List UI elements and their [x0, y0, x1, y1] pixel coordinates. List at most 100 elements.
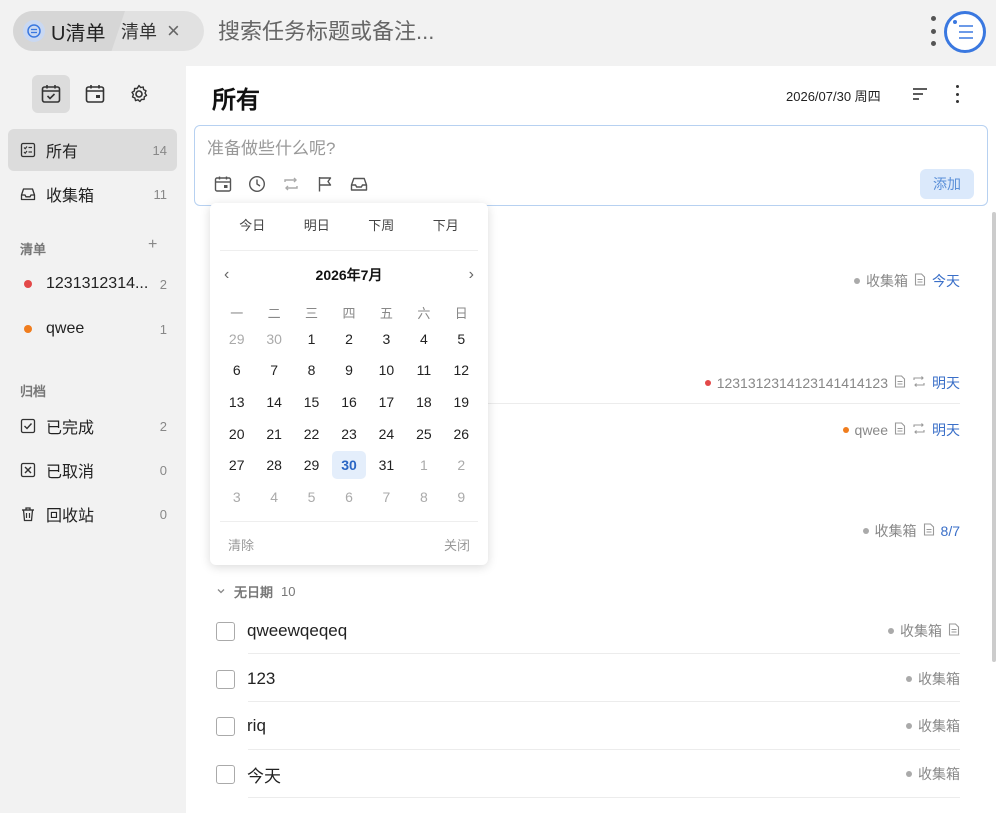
tab-app[interactable]: U清单	[13, 11, 125, 51]
sidebar-item-completed[interactable]: 已完成 2	[8, 405, 177, 447]
weekday-label: 四	[342, 306, 356, 321]
chevron-right-icon[interactable]: ›	[469, 266, 474, 284]
calendar-view-icon[interactable]	[76, 75, 114, 113]
calendar-day[interactable]: 19	[443, 386, 480, 418]
task-row[interactable]: qweewqeqeq 收集箱	[216, 607, 960, 655]
flag-icon[interactable]	[315, 174, 335, 194]
new-task-input[interactable]	[207, 136, 887, 162]
divider	[220, 250, 478, 251]
sidebar-item-inbox[interactable]: 收集箱 11	[8, 173, 177, 215]
close-picker-button[interactable]: 关闭	[444, 535, 470, 554]
calendar-day[interactable]: 29	[293, 449, 330, 481]
calendar-day[interactable]: 1	[293, 323, 330, 355]
calendar-day[interactable]: 3	[368, 323, 405, 355]
calendar-day[interactable]: 15	[293, 386, 330, 418]
calendar-day[interactable]: 30	[255, 323, 292, 355]
app-logo-large-icon[interactable]	[944, 11, 986, 53]
calendar-day[interactable]: 26	[443, 418, 480, 450]
sort-icon[interactable]	[912, 86, 928, 107]
quick-next-month[interactable]: 下月	[433, 215, 459, 234]
add-list-icon[interactable]: +	[148, 236, 157, 254]
inbox-icon[interactable]	[349, 174, 369, 194]
calendar-day[interactable]: 21	[255, 418, 292, 450]
group-header-no-date[interactable]: 无日期 10	[216, 582, 295, 601]
calendar-day[interactable]: 1	[405, 449, 442, 481]
task-list-name: 收集箱	[918, 766, 960, 782]
weekday-label: 一	[230, 306, 244, 321]
calendar-day[interactable]: 23	[330, 418, 367, 450]
calendar-day[interactable]: 17	[368, 386, 405, 418]
close-icon[interactable]: ×	[167, 20, 180, 42]
chevron-left-icon[interactable]: ‹	[224, 266, 229, 284]
top-bar: U清单 清单 ×	[0, 0, 996, 66]
more-menu-icon[interactable]	[928, 16, 938, 46]
sidebar-item-cancelled[interactable]: 已取消 0	[8, 449, 177, 491]
search-input[interactable]	[218, 16, 818, 48]
calendar-day[interactable]: 2	[330, 323, 367, 355]
calendar-day[interactable]: 8	[293, 355, 330, 387]
task-checkbox[interactable]	[216, 669, 235, 689]
more-options-icon[interactable]	[954, 85, 960, 103]
calendar-day[interactable]: 10	[368, 355, 405, 387]
tab-list[interactable]: 清单 ×	[121, 11, 180, 51]
sidebar-item-list-qwee[interactable]: qwee 1	[8, 308, 177, 350]
task-row[interactable]: 123 收集箱	[216, 655, 960, 703]
calendar-day[interactable]: 7	[368, 481, 405, 513]
calendar-day[interactable]: 27	[218, 449, 255, 481]
sidebar-item-list-1231312314[interactable]: 1231312314... 2	[8, 263, 177, 305]
sidebar-item-label: 收集箱	[46, 188, 95, 205]
calendar-day[interactable]: 9	[330, 355, 367, 387]
add-task-button[interactable]: 添加	[920, 169, 974, 199]
list-color-dot	[20, 276, 36, 292]
quick-tomorrow[interactable]: 明日	[304, 215, 330, 234]
calendar-day[interactable]: 3	[218, 481, 255, 513]
calendar-day[interactable]: 5	[293, 481, 330, 513]
task-row[interactable]: 今天 收集箱	[216, 750, 960, 798]
repeat-icon[interactable]	[281, 174, 301, 194]
task-row[interactable]: riq 收集箱	[216, 702, 960, 750]
calendar-day[interactable]: 2	[443, 449, 480, 481]
task-checkbox[interactable]	[216, 764, 235, 784]
calendar-day[interactable]: 16	[330, 386, 367, 418]
clear-date-button[interactable]: 清除	[228, 535, 254, 554]
list-dot	[906, 723, 912, 729]
calendar-day[interactable]: 18	[405, 386, 442, 418]
calendar-day[interactable]: 7	[255, 355, 292, 387]
calendar-day[interactable]: 28	[255, 449, 292, 481]
quick-today[interactable]: 今日	[239, 215, 265, 234]
calendar-icon[interactable]	[213, 174, 233, 194]
tab-app-label: U清单	[51, 22, 106, 45]
calendar-day[interactable]: 4	[255, 481, 292, 513]
list-color-dot	[20, 321, 36, 337]
calendar-day[interactable]: 24	[368, 418, 405, 450]
calendar-day[interactable]: 4	[405, 323, 442, 355]
calendar-day[interactable]: 29	[218, 323, 255, 355]
task-checkbox[interactable]	[216, 716, 235, 736]
sidebar-item-trash[interactable]: 回收站 0	[8, 493, 177, 535]
settings-gear-icon[interactable]	[120, 75, 158, 113]
calendar-day[interactable]: 6	[330, 481, 367, 513]
calendar-day[interactable]: 11	[405, 355, 442, 387]
calendar-day[interactable]: 22	[293, 418, 330, 450]
task-list-name: 收集箱	[900, 623, 942, 639]
calendar-day[interactable]: 25	[405, 418, 442, 450]
calendar-day[interactable]: 20	[218, 418, 255, 450]
repeat-icon	[912, 375, 926, 391]
scrollbar[interactable]	[992, 212, 996, 662]
weekday-header: 一二三四五六日	[218, 303, 480, 322]
calendar-day[interactable]: 5	[443, 323, 480, 355]
calendar-day[interactable]: 9	[443, 481, 480, 513]
calendar-day[interactable]: 12	[443, 355, 480, 387]
clock-icon[interactable]	[247, 174, 267, 194]
task-checkbox[interactable]	[216, 621, 235, 641]
task-view-icon[interactable]	[32, 75, 70, 113]
sidebar-item-all[interactable]: 所有 14	[8, 129, 177, 171]
repeat-icon	[912, 422, 926, 438]
quick-next-week[interactable]: 下周	[368, 215, 394, 234]
calendar-day[interactable]: 14	[255, 386, 292, 418]
calendar-day-today[interactable]: 30	[330, 449, 367, 481]
calendar-day[interactable]: 31	[368, 449, 405, 481]
calendar-day[interactable]: 6	[218, 355, 255, 387]
calendar-day[interactable]: 8	[405, 481, 442, 513]
calendar-day[interactable]: 13	[218, 386, 255, 418]
